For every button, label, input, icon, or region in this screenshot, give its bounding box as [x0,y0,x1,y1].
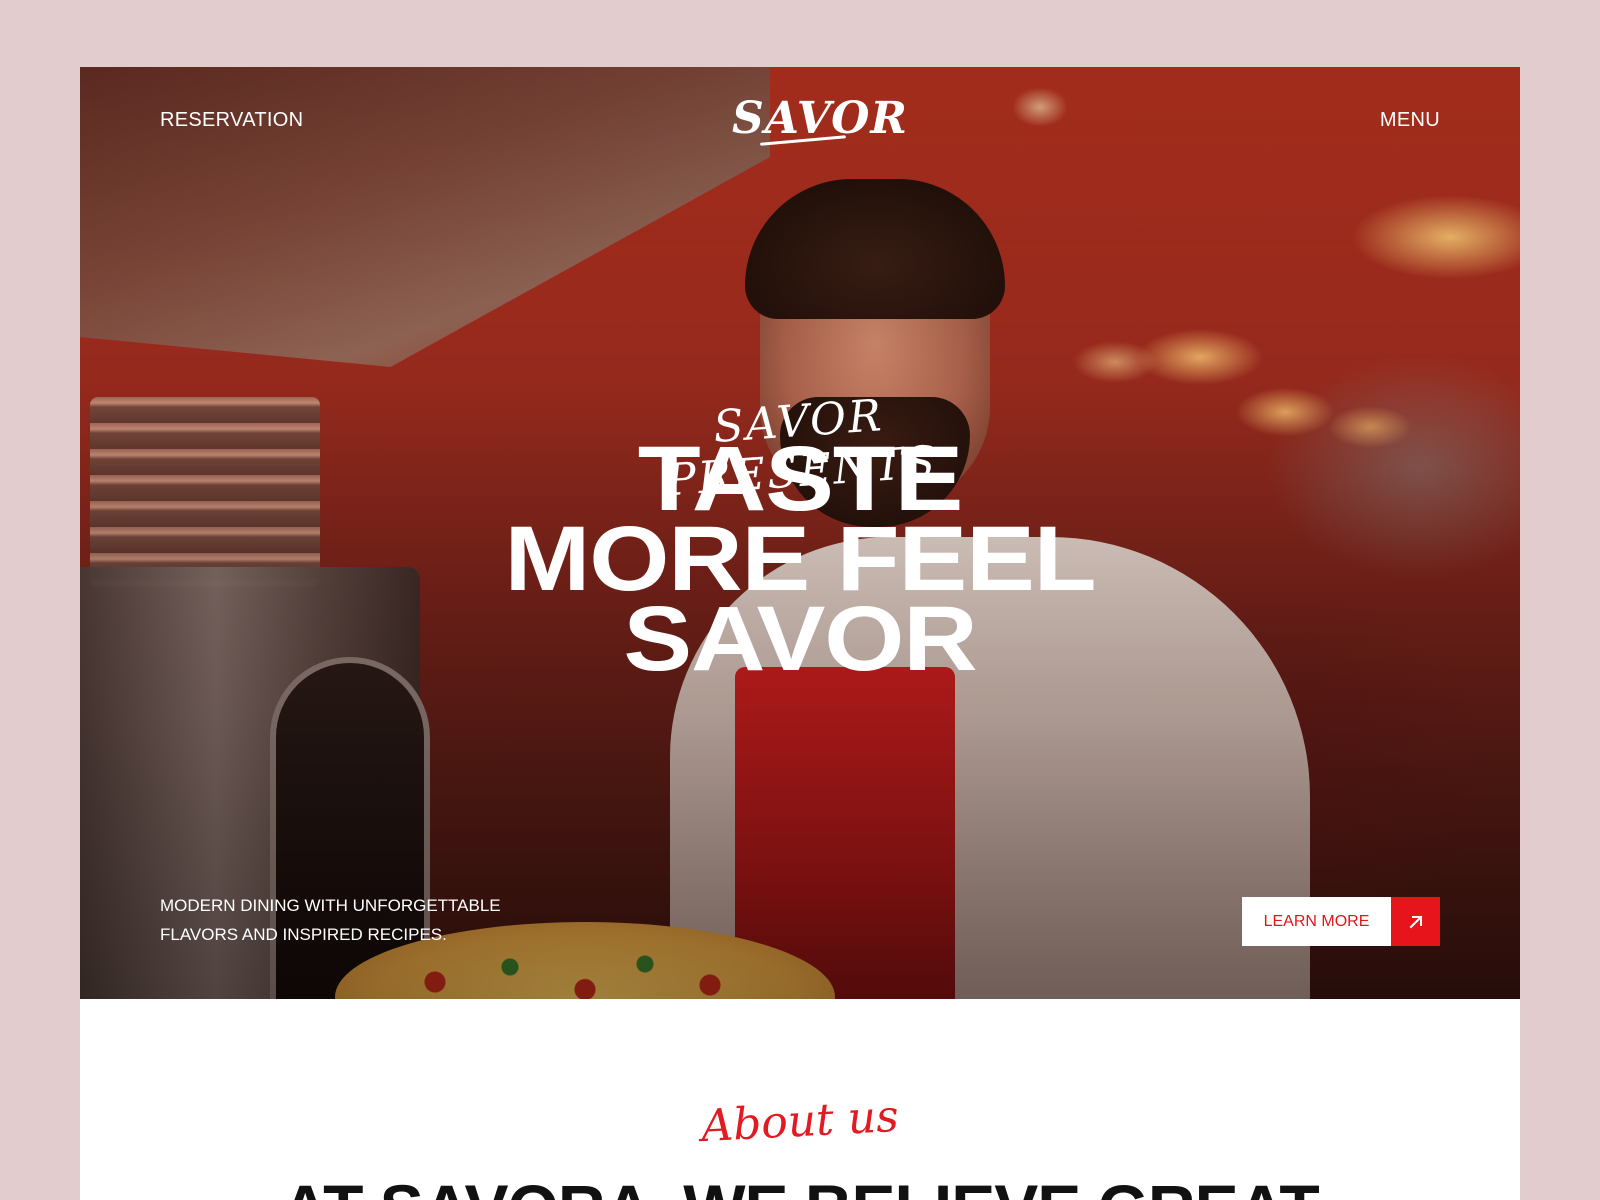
headline-line-1: TASTE [637,428,964,530]
tagline-line-2: FLAVORS AND INSPIRED RECIPES. [160,925,447,944]
logo-text: SAVOR [732,93,908,144]
nav-reservation-link[interactable]: RESERVATION [160,109,303,132]
hero-section: RESERVATION SAVOR MENU SAVOR PRESENTS TA… [80,67,1520,999]
hero-tagline: MODERN DINING WITH UNFORGETTABLE FLAVORS… [160,891,540,949]
hero-headline: TASTE MORE FEEL SAVOR [397,428,1203,690]
about-heading-left: AT SAVORA [281,1175,652,1200]
about-kicker: About us [700,1090,900,1153]
about-heading-right: WE BELIEVE GREAT [683,1175,1319,1200]
tagline-line-1: MODERN DINING WITH UNFORGETTABLE [160,896,501,915]
learn-more-label: LEARN MORE [1263,913,1370,930]
arrow-up-right-icon [1391,897,1440,946]
about-heading: AT SAVORA WE BELIEVE GREAT [281,1175,1319,1200]
learn-more-button[interactable]: LEARN MORE [1242,897,1440,946]
nav-menu-link[interactable]: MENU [1380,109,1440,132]
page-frame: RESERVATION SAVOR MENU SAVOR PRESENTS TA… [80,67,1520,1200]
headline-line-3: SAVOR [623,588,977,690]
headline-line-2: MORE FEEL [504,508,1096,610]
